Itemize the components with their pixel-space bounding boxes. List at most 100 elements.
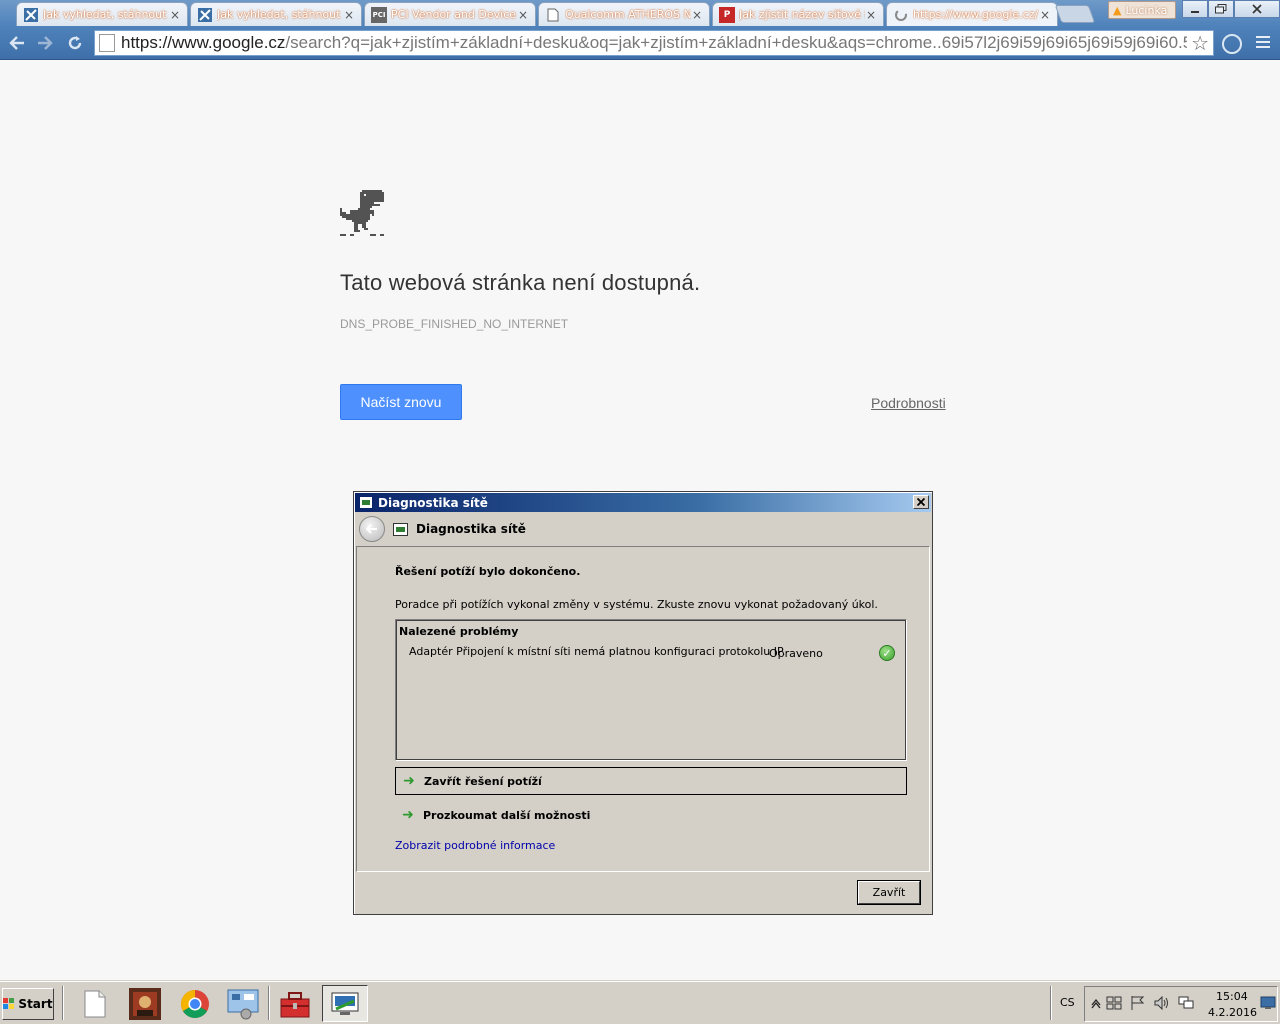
dialog-close-button[interactable] — [913, 495, 929, 509]
back-button[interactable] — [6, 32, 28, 54]
show-desktop-icon[interactable] — [1260, 996, 1276, 1010]
problems-header: Nalezené problémy — [399, 625, 519, 638]
pci-db-icon: PCI — [371, 6, 387, 23]
page-icon — [99, 34, 115, 52]
reload-button[interactable] — [64, 32, 86, 54]
windows-logo-icon[interactable] — [1106, 996, 1122, 1010]
clock-time[interactable]: 15:04 — [1216, 990, 1248, 1003]
explore-options-action[interactable]: ➜ Prozkoumat další možnosti — [395, 801, 907, 829]
arrow-right-icon — [38, 36, 53, 50]
problem-status: Opraveno — [769, 647, 823, 660]
dialog-titlebar[interactable]: Diagnostika sítě — [355, 493, 931, 512]
close-icon — [917, 498, 925, 506]
tab-close-icon[interactable]: × — [517, 8, 529, 22]
game-icon — [129, 987, 161, 1020]
clock-date[interactable]: 4.2.2016 — [1208, 1006, 1257, 1019]
language-indicator[interactable]: CS — [1060, 996, 1075, 1009]
chrome-icon — [181, 989, 209, 1018]
tab-1[interactable]: Jak vyhledat, stáhnout a × — [16, 2, 188, 26]
dialog-body: Řešení potíží bylo dokončeno. Poradce př… — [356, 546, 930, 872]
action-label: Zavřít řešení potíží — [424, 774, 542, 788]
url-host: https://www.google.cz — [121, 33, 286, 52]
dialog-close-footer-button[interactable]: Zavřít — [858, 881, 920, 904]
url-text[interactable]: https://www.google.cz/search?q=jak+zjist… — [121, 33, 1187, 53]
tab-close-icon[interactable]: × — [865, 8, 877, 22]
tab-2[interactable]: Jak vyhledat, stáhnout a × — [190, 2, 362, 26]
tab-close-icon[interactable]: × — [1039, 8, 1051, 22]
start-button[interactable]: Start — [2, 988, 54, 1020]
chevron-up-icon[interactable] — [1088, 996, 1104, 1010]
taskbar-separator — [62, 986, 64, 1020]
address-bar[interactable]: https://www.google.cz/search?q=jak+zjist… — [94, 30, 1214, 56]
taskbar-control-panel[interactable] — [220, 985, 266, 1022]
loading-icon — [893, 7, 909, 23]
document-icon — [545, 7, 561, 23]
tab-title: Jak zjistit název síťové k — [739, 8, 865, 21]
tab-title: Jak vyhledat, stáhnout a — [43, 8, 169, 21]
tab-5[interactable]: P Jak zjistit název síťové k × — [712, 2, 884, 26]
network-diagnostics-icon — [393, 522, 408, 536]
problems-list: Nalezené problémy Adaptér Připojení k mí… — [395, 619, 907, 761]
tools-icon — [197, 7, 213, 23]
dialog-heading: Řešení potíží bylo dokončeno. — [395, 565, 581, 578]
toolbox-icon — [280, 991, 310, 1017]
taskbar-network-diagnostics[interactable] — [322, 985, 368, 1022]
dialog-back-button[interactable] — [359, 516, 385, 542]
reload-page-button[interactable]: Načíst znovu — [340, 384, 462, 420]
arrow-left-icon — [366, 524, 377, 534]
profile-button[interactable]: ▲ Lucinka — [1108, 1, 1176, 19]
offline-dinosaur-icon — [340, 190, 384, 236]
network-diagnostics-icon — [331, 992, 359, 1015]
network-diagnostics-dialog: Diagnostika sítě Diagnostika sítě Řešení… — [353, 491, 933, 915]
taskbar-toolbox[interactable] — [272, 985, 318, 1022]
check-icon: ✓ — [879, 645, 895, 661]
taskbar-chrome[interactable] — [172, 985, 218, 1022]
minimize-button[interactable] — [1182, 0, 1208, 18]
green-arrow-icon: ➜ — [402, 807, 414, 823]
volume-icon[interactable] — [1154, 996, 1170, 1010]
bookmark-star-icon[interactable]: ☆ — [1191, 31, 1209, 55]
tab-6-active[interactable]: https://www.google.cz/ × — [886, 2, 1058, 26]
network-tray-icon[interactable] — [1178, 996, 1194, 1010]
forward-button[interactable] — [34, 32, 56, 54]
tab-close-icon[interactable]: × — [691, 8, 703, 22]
taskbar-separator — [1050, 986, 1052, 1020]
tab-close-icon[interactable]: × — [343, 8, 355, 22]
dialog-header: Diagnostika sítě — [355, 513, 931, 545]
tab-close-icon[interactable]: × — [169, 8, 181, 22]
tab-title: PCI Vendor and Device L — [391, 8, 517, 21]
action-center-flag-icon[interactable] — [1130, 996, 1146, 1010]
tab-4[interactable]: Qualcomm ATHEROS Net × — [538, 2, 710, 26]
extension-icon[interactable] — [1222, 34, 1242, 54]
error-title: Tato webová stránka není dostupná. — [340, 270, 701, 295]
network-diagnostics-icon — [359, 496, 373, 509]
taskbar-game[interactable] — [122, 985, 168, 1022]
tab-title: https://www.google.cz/ — [913, 8, 1039, 21]
details-link[interactable]: Podrobnosti — [871, 395, 946, 411]
close-icon — [1252, 4, 1262, 14]
dialog-header-title: Diagnostika sítě — [416, 522, 526, 536]
taskbar-separator — [268, 986, 270, 1020]
more-info-link[interactable]: Zobrazit podrobné informace — [395, 839, 555, 852]
windows-flag-icon — [3, 998, 15, 1010]
profile-name: Lucinka — [1125, 3, 1168, 17]
reload-icon — [68, 36, 82, 50]
new-tab-button[interactable] — [1054, 5, 1096, 23]
menu-icon[interactable] — [1256, 36, 1270, 50]
problem-row: Adaptér Připojení k místní síti nemá pla… — [409, 645, 899, 663]
restore-icon — [1215, 4, 1227, 14]
tab-3[interactable]: PCI PCI Vendor and Device L × — [364, 2, 536, 26]
taskbar-documents[interactable] — [72, 985, 118, 1022]
action-label: Prozkoumat další možnosti — [423, 808, 591, 822]
dialog-description: Poradce při potížích vykonal změny v sys… — [395, 598, 878, 611]
pcnet-icon: P — [719, 6, 735, 23]
taskbar: Start CS 15:04 4.2.2016 — [0, 981, 1280, 1024]
browser-titlebar: Jak vyhledat, stáhnout a × Jak vyhledat,… — [0, 0, 1280, 26]
close-window-button[interactable] — [1234, 0, 1280, 18]
green-arrow-icon: ➜ — [403, 773, 415, 789]
url-path: /search?q=jak+zjistím+základní+desku&oq=… — [285, 33, 1188, 52]
close-troubleshooting-action[interactable]: ➜ Zavřít řešení potíží — [395, 767, 907, 795]
tab-title: Jak vyhledat, stáhnout a — [217, 8, 343, 21]
restore-button[interactable] — [1208, 0, 1234, 18]
dialog-window-title: Diagnostika sítě — [378, 495, 488, 510]
